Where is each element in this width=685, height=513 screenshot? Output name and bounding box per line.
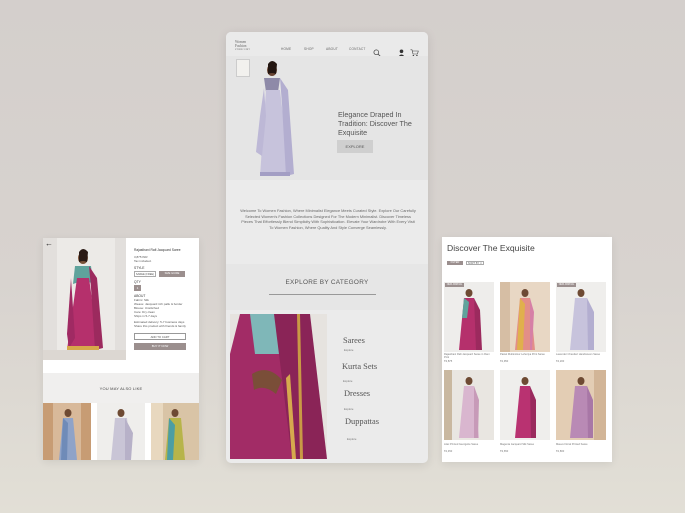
product-price: ₹4,200 [556, 360, 565, 363]
size-guide-button[interactable]: SIZE GUIDE [159, 271, 185, 277]
home-screen: Women Fashion ETHNIC EDIT HOME SHOP ABOU… [226, 32, 428, 463]
product-card[interactable] [500, 282, 550, 352]
size-option[interactable]: SAREE (FREE) [134, 271, 156, 277]
product-main-image[interactable] [43, 238, 126, 360]
nav-link-contact[interactable]: CONTACT [349, 47, 366, 51]
share-note: Share this product with friends & family [134, 324, 186, 328]
style-label: STYLE [134, 266, 145, 270]
you-may-also-like-heading: YOU MAY ALSO LIKE [99, 386, 143, 391]
explore-button[interactable]: EXPLORE [337, 140, 373, 153]
category-divider [269, 294, 376, 295]
nav-link-about[interactable]: ABOUT [326, 47, 338, 51]
hero-thumbnail[interactable] [236, 59, 250, 77]
product-price: ₹2,950 [500, 360, 509, 363]
category-band [226, 264, 428, 310]
category-image[interactable] [230, 314, 327, 459]
category-explore-link[interactable]: Explore [343, 379, 352, 383]
nav-link-shop[interactable]: SHOP [304, 47, 314, 51]
category-sarees[interactable]: Sarees [343, 336, 365, 345]
welcome-text: Welcome To Women Fashion, Where Minimali… [240, 208, 416, 230]
buy-it-now-button[interactable]: BUY IT NOW [134, 343, 186, 350]
category-explore-link[interactable]: Explore [347, 437, 356, 441]
product-price: ₹3,875 [444, 360, 453, 363]
product-price: ₹3,650 [500, 450, 509, 453]
product-caption[interactable]: Rajasthani Rafi Jacquard Saree in Rani P… [444, 353, 494, 359]
logo-tagline: ETHNIC EDIT [235, 48, 250, 51]
category-explore-link[interactable]: Explore [344, 407, 353, 411]
new-arrival-badge: NEW ARRIVAL [445, 283, 464, 287]
back-arrow-icon[interactable]: ← [45, 240, 53, 248]
related-product-card[interactable] [97, 403, 145, 460]
collection-screen: Discover The Exquisite FILTER SORT BY ✕ … [442, 237, 612, 462]
related-product-card[interactable] [151, 403, 199, 460]
category-dresses[interactable]: Dresses [344, 389, 370, 398]
nav-link-home[interactable]: HOME [281, 47, 291, 51]
new-arrival-badge: NEW ARRIVAL [557, 283, 576, 287]
sort-by-dropdown[interactable]: SORT BY ✕ [466, 261, 484, 265]
hero-title: Elegance Draped In Tradition: Discover T… [338, 110, 412, 137]
product-card[interactable] [556, 370, 606, 440]
product-caption[interactable]: Lilac Printed Georgette Saree [444, 443, 494, 446]
price-note: Tax included. [134, 259, 152, 263]
add-to-cart-button[interactable]: ADD TO CART [134, 333, 186, 340]
product-price: ₹2,800 [556, 450, 565, 453]
qty-stepper[interactable]: 1 [134, 285, 141, 291]
product-title: Rajasthani Rafi Jacquard Saree [134, 248, 181, 252]
product-card[interactable] [444, 370, 494, 440]
product-card[interactable] [444, 282, 494, 352]
category-explore-link[interactable]: Explore [344, 348, 353, 352]
product-caption[interactable]: Pastel Multicolour Leheriya Print Saree [500, 353, 550, 356]
brand-logo[interactable]: Women Fashion ETHNIC EDIT [235, 40, 259, 52]
category-kurta-sets[interactable]: Kurta Sets [342, 362, 377, 371]
category-duppattas[interactable]: Duppattas [345, 417, 379, 426]
category-heading: EXPLORE BY CATEGORY [285, 279, 369, 286]
product-info: Rajasthani Rafi Jacquard Saree 3,875 INR… [134, 248, 196, 350]
related-product-card[interactable] [43, 403, 91, 460]
filter-button[interactable]: FILTER [447, 261, 463, 265]
product-caption[interactable]: Lavender Chanderi Handwoven Saree [556, 353, 606, 356]
product-price: ₹2,450 [444, 450, 453, 453]
product-card[interactable] [556, 282, 606, 352]
product-caption[interactable]: Magenta Jacquard Silk Saree [500, 443, 550, 446]
collection-title: Discover The Exquisite [447, 243, 535, 253]
product-card[interactable] [500, 370, 550, 440]
about-line: Ships in 5-7 days [134, 314, 158, 318]
qty-label: QTY [134, 280, 141, 284]
product-caption[interactable]: Mauve Floral Printed Saree [556, 443, 606, 446]
product-detail-screen: ← Rajasthani Rafi Jacquard Saree 3,875 I… [43, 238, 199, 460]
